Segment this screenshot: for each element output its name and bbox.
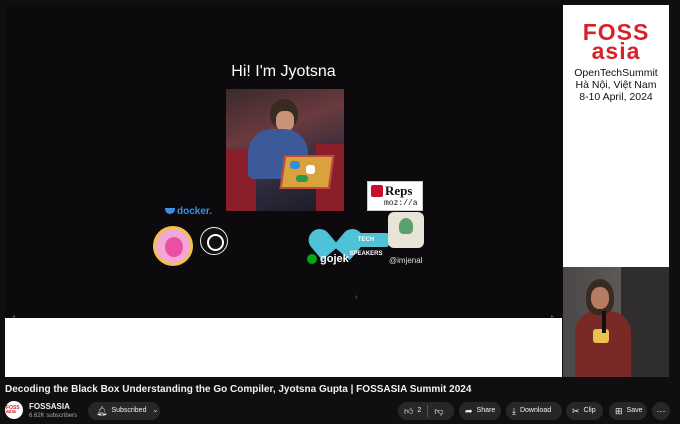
reps-label: Reps bbox=[385, 183, 413, 198]
docker-label: docker. bbox=[177, 206, 213, 217]
scissors-icon: ✂ bbox=[572, 406, 580, 416]
channel-name[interactable]: FOSSASIA bbox=[29, 402, 70, 411]
gojek-icon bbox=[307, 254, 317, 265]
thumb-down-icon[interactable]: 👎︎ bbox=[434, 402, 443, 420]
clip-label: Clip bbox=[583, 407, 596, 414]
reps-icon bbox=[371, 185, 383, 197]
download-label: Download bbox=[519, 407, 552, 414]
docker-logo: docker. bbox=[165, 206, 212, 217]
chevron-down-icon: ⌄ bbox=[152, 407, 159, 414]
bookmark-icon: ⊞ bbox=[615, 406, 623, 416]
microphone-icon bbox=[602, 311, 606, 333]
video-title: Decoding the Black Box Understanding the… bbox=[5, 384, 472, 395]
event-name: OpenTechSummit bbox=[574, 67, 658, 79]
docker-whale-icon bbox=[165, 208, 175, 215]
gojek-label: gojek bbox=[320, 253, 349, 265]
community-logo bbox=[153, 226, 193, 266]
presentation-slide: Hi! I'm Jyotsna docker. Reps moz://a TEC… bbox=[5, 5, 562, 320]
gojek-logo: gojek bbox=[307, 253, 349, 265]
download-button[interactable]: ⤓ Download bbox=[506, 402, 562, 420]
save-button[interactable]: ⊞ Save bbox=[609, 402, 647, 420]
tech-speakers-label: TECH SPEAKERS bbox=[343, 233, 389, 257]
mozilla-reps-logo: Reps moz://a bbox=[367, 181, 423, 211]
share-button[interactable]: ➦ Share bbox=[459, 402, 501, 420]
like-count[interactable]: 2 bbox=[417, 402, 421, 420]
video-player[interactable]: Hi! I'm Jyotsna docker. Reps moz://a TEC… bbox=[0, 0, 680, 381]
octocat-logo bbox=[388, 212, 424, 248]
thumb-up-icon[interactable]: 👍︎ bbox=[404, 402, 413, 420]
mozilla-label: moz://a bbox=[384, 199, 418, 208]
share-icon: ➦ bbox=[465, 406, 473, 416]
share-label: Share bbox=[476, 407, 496, 414]
like-dislike-group: 👍︎ 2 👎︎ bbox=[398, 402, 454, 420]
event-branding-panel: FOSS asia OpenTechSummit Hà Nội, Việt Na… bbox=[563, 5, 669, 267]
speaker-handle: @imjenal bbox=[389, 256, 423, 265]
fossasia-logo: FOSS asia bbox=[573, 21, 659, 63]
speaker-camera-feed bbox=[563, 267, 669, 377]
subscribe-label: Subscribed bbox=[111, 407, 147, 414]
channel-avatar[interactable]: FOSS asia bbox=[5, 401, 23, 419]
like-divider bbox=[427, 405, 429, 417]
event-location: Hà Nội, Việt Nam bbox=[575, 79, 657, 91]
subscribe-button[interactable]: 🔔︎ Subscribed ⌄ bbox=[88, 402, 160, 420]
circle-logo bbox=[200, 227, 228, 255]
subscriber-count: 6.62K subscribers bbox=[29, 413, 78, 419]
slide-title: Hi! I'm Jyotsna bbox=[231, 63, 336, 80]
save-label: Save bbox=[626, 407, 643, 414]
youtube-watch-page: Hi! I'm Jyotsna docker. Reps moz://a TEC… bbox=[0, 0, 680, 424]
speaker-photo bbox=[226, 89, 344, 211]
event-dates: 8-10 April, 2024 bbox=[579, 91, 653, 103]
slide-nav-indicator: › bbox=[355, 294, 358, 301]
more-icon: ⋯ bbox=[656, 406, 666, 416]
download-icon: ⤓ bbox=[512, 406, 516, 416]
slide-bottom-strip bbox=[5, 318, 562, 377]
clip-button[interactable]: ✂ Clip bbox=[566, 402, 603, 420]
bell-icon: 🔔︎ bbox=[96, 406, 108, 416]
more-actions-button[interactable]: ⋯ bbox=[652, 402, 670, 420]
